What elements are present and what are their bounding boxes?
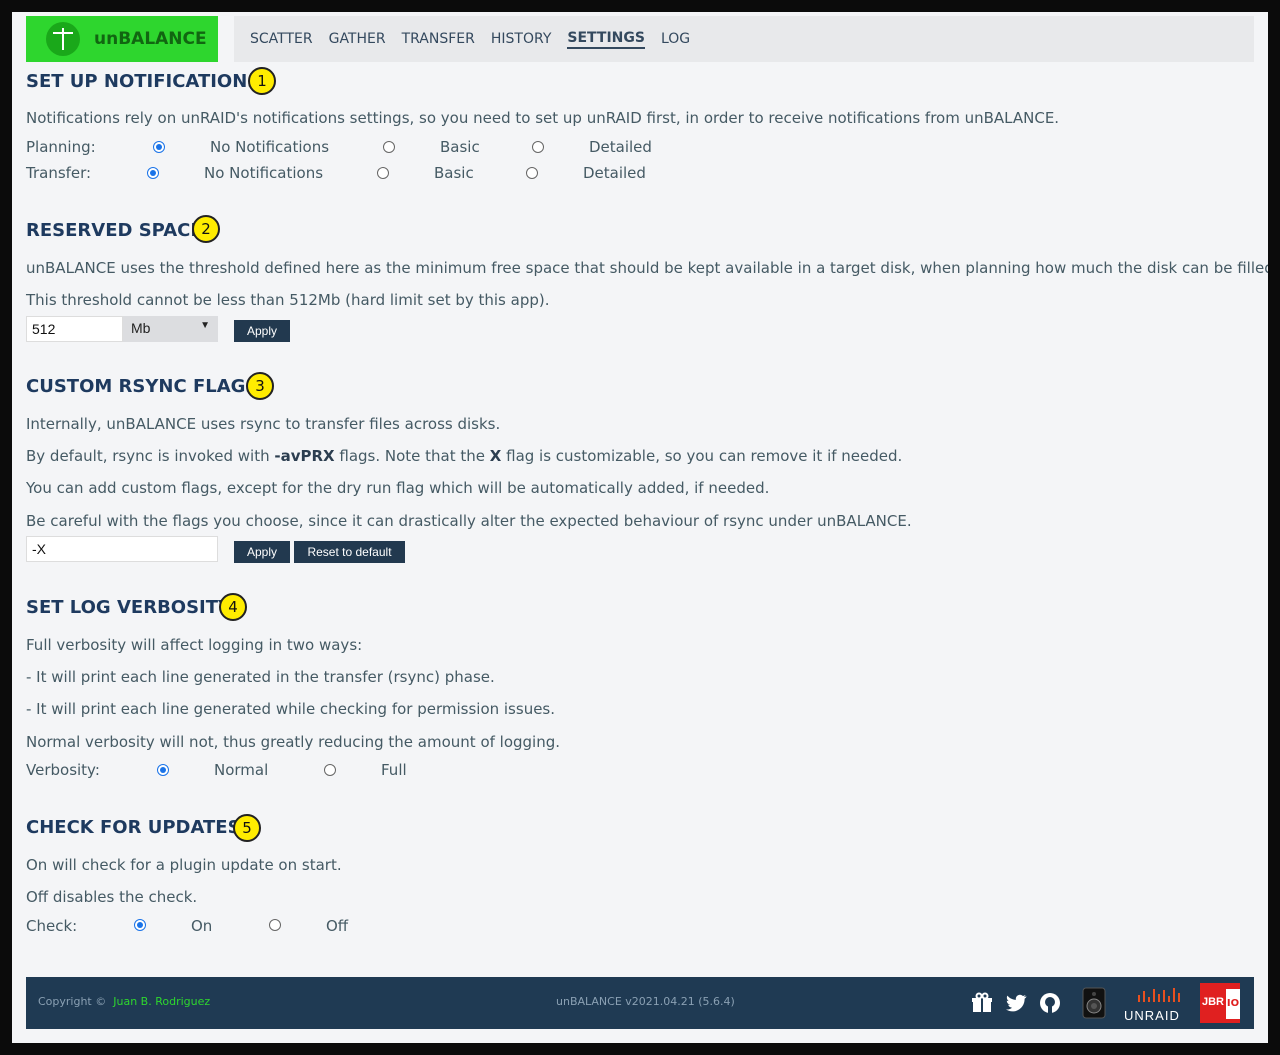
verbosity-radio-full[interactable] [324,764,336,776]
rsync-apply-button[interactable]: Apply [234,541,290,563]
transfer-option-none: No Notifications [204,164,324,182]
planning-option-detailed: Detailed [589,138,652,156]
app-frame: unBALANCE SCATTER GATHER TRANSFER HISTOR… [12,12,1268,1043]
reserved-unit-select[interactable]: Mb ▼ [123,316,218,342]
section-badge-5: 5 [233,814,261,842]
verbosity-line-4: Normal verbosity will not, thus greatly … [26,733,561,751]
check-option-on: On [191,917,213,935]
transfer-radio-detailed[interactable] [526,167,538,179]
jbrio-io: IO [1226,989,1240,1019]
unraid-logo[interactable]: UNRAID [1124,985,1194,1023]
transfer-radio-basic[interactable] [377,167,389,179]
notifications-title: SET UP NOTIFICATIONS [26,71,261,92]
verbosity-option-normal: Normal [214,761,269,779]
jbrio-logo[interactable]: JBR IO [1200,983,1240,1023]
transfer-option-detailed: Detailed [583,164,646,182]
planning-radio-basic[interactable] [383,141,395,153]
rsync-line-2: By default, rsync is invoked with -avPRX… [26,447,902,465]
rsync-x-flag: X [489,447,502,465]
verbosity-title: SET LOG VERBOSITY [26,597,232,618]
unraid-bars-icon [1138,988,1180,1002]
rsync-line-2-a: By default, rsync is invoked with [26,447,275,465]
rsync-title: CUSTOM RSYNC FLAGS [26,376,259,397]
verbosity-line-3: - It will print each line generated whil… [26,700,556,718]
scale-icon [46,22,80,56]
nav-gather[interactable]: GATHER [329,31,386,47]
planning-label: Planning: [26,138,96,156]
nav-scatter[interactable]: SCATTER [250,31,313,47]
planning-radio-detailed[interactable] [532,141,544,153]
rsync-flags-input[interactable]: -X [26,536,218,562]
rsync-line-2-e: flag is customizable, so you can remove … [501,447,903,465]
verbosity-line-1: Full verbosity will affect logging in tw… [26,636,363,654]
section-badge-1: 1 [248,67,276,95]
check-radio-on[interactable] [134,919,146,931]
rsync-default-flags: -avPRX [274,447,335,465]
planning-option-none: No Notifications [210,138,330,156]
nav-settings[interactable]: SETTINGS [567,30,645,49]
check-radio-off[interactable] [269,919,281,931]
rsync-line-4: Be careful with the flags you choose, si… [26,512,912,530]
footer-copyright: Copyright © Juan B. Rodriguez [38,995,210,1008]
reserved-value-input[interactable]: 512 [26,316,123,342]
verbosity-label: Verbosity: [26,761,100,779]
footer: Copyright © Juan B. Rodriguez unBALANCE … [26,977,1254,1029]
chevron-down-icon: ▼ [200,320,210,331]
section-badge-2: 2 [192,215,220,243]
github-icon[interactable] [1038,991,1062,1015]
unraid-text: UNRAID [1124,1008,1180,1023]
transfer-option-basic: Basic [434,164,474,182]
speaker-icon[interactable] [1082,987,1106,1019]
author-link[interactable]: Juan B. Rodriguez [113,995,210,1008]
reserved-unit-value: Mb [131,320,151,336]
updates-title: CHECK FOR UPDATES [26,817,241,838]
nav-history[interactable]: HISTORY [491,31,552,47]
footer-version: unBALANCE v2021.04.21 (5.6.4) [556,995,735,1008]
rsync-line-3: You can add custom flags, except for the… [26,479,770,497]
jbrio-text: JBR [1202,996,1225,1008]
rsync-reset-button[interactable]: Reset to default [294,541,405,563]
verbosity-line-2: - It will print each line generated in t… [26,668,495,686]
planning-option-basic: Basic [440,138,480,156]
check-option-off: Off [326,917,349,935]
top-nav: SCATTER GATHER TRANSFER HISTORY SETTINGS… [234,16,1254,62]
nav-log[interactable]: LOG [661,31,690,47]
rsync-line-2-c: flags. Note that the [334,447,490,465]
reserved-title: RESERVED SPACE [26,220,203,241]
check-label: Check: [26,917,78,935]
reserved-apply-button[interactable]: Apply [234,320,290,342]
copyright-text: Copyright © [38,995,107,1008]
verbosity-radio-normal[interactable] [157,764,169,776]
nav-transfer[interactable]: TRANSFER [402,31,475,47]
twitter-icon[interactable] [1004,991,1028,1015]
verbosity-option-full: Full [381,761,407,779]
updates-line-2: Off disables the check. [26,888,198,906]
section-badge-4: 4 [219,593,247,621]
notifications-description: Notifications rely on unRAID's notificat… [26,109,1060,127]
logo-text: unBALANCE [94,29,207,49]
reserved-line-1: unBALANCE uses the threshold defined her… [26,259,1268,277]
gift-icon[interactable] [970,991,994,1015]
section-badge-3: 3 [246,372,274,400]
logo[interactable]: unBALANCE [26,16,218,62]
transfer-radio-none[interactable] [147,167,159,179]
updates-line-1: On will check for a plugin update on sta… [26,856,342,874]
reserved-line-2: This threshold cannot be less than 512Mb… [26,291,550,309]
transfer-label: Transfer: [26,164,92,182]
rsync-line-1: Internally, unBALANCE uses rsync to tran… [26,415,501,433]
planning-radio-none[interactable] [153,141,165,153]
